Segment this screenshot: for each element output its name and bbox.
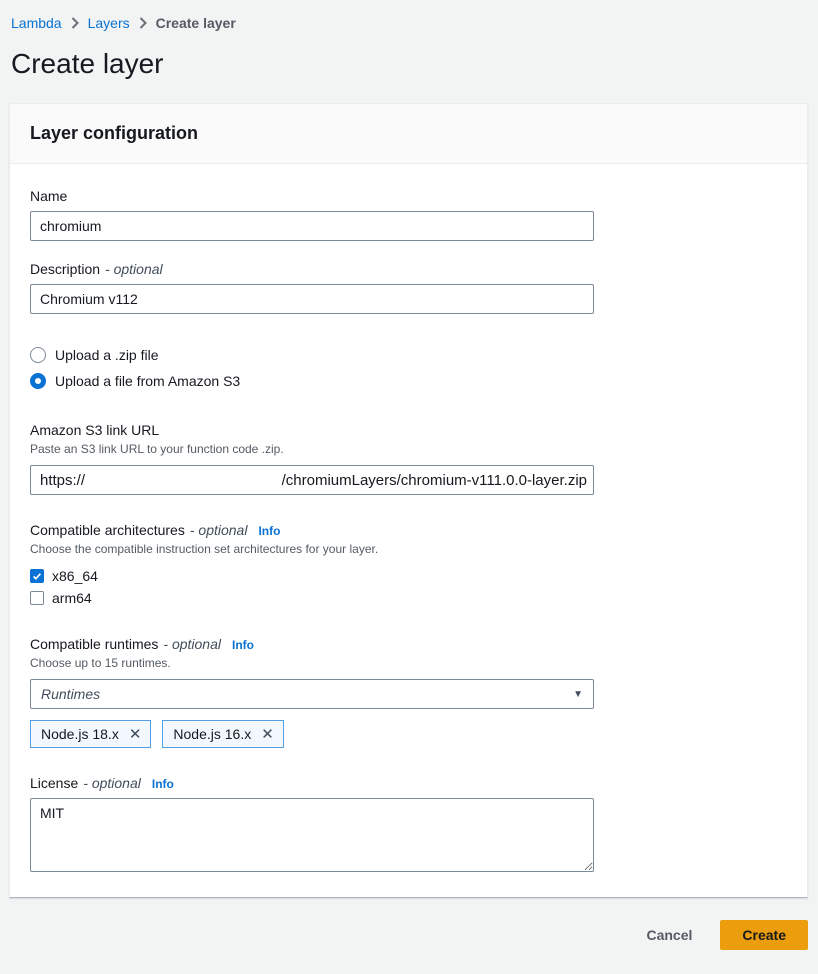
breadcrumb-current: Create layer xyxy=(156,15,236,31)
chevron-right-icon xyxy=(139,17,147,29)
runtimes-constraint: Choose up to 15 runtimes. xyxy=(30,656,787,670)
chevron-down-icon: ▼ xyxy=(573,689,583,700)
architectures-label: Compatible architectures xyxy=(30,522,185,538)
token-close-icon[interactable]: ✕ xyxy=(261,727,274,742)
radio-upload-s3-label: Upload a file from Amazon S3 xyxy=(55,373,240,389)
architectures-constraint: Choose the compatible instruction set ar… xyxy=(30,542,787,556)
radio-upload-zip[interactable]: Upload a .zip file xyxy=(30,342,787,368)
s3-url-constraint: Paste an S3 link URL to your function co… xyxy=(30,442,787,456)
license-info-link[interactable]: Info xyxy=(152,777,174,791)
layer-configuration-panel: Layer configuration Name Description - o… xyxy=(9,103,808,898)
license-label: License xyxy=(30,775,78,791)
runtimes-info-link[interactable]: Info xyxy=(232,638,254,652)
token-close-icon[interactable]: ✕ xyxy=(129,727,142,742)
license-field: License - optional Info MIT xyxy=(30,775,787,875)
s3-url-label: Amazon S3 link URL xyxy=(30,422,159,438)
checkbox-arm64-label: arm64 xyxy=(52,590,92,606)
architectures-field: Compatible architectures - optional Info… xyxy=(30,522,787,609)
footer-actions: Cancel Create xyxy=(0,898,818,974)
s3-url-input[interactable]: https:// /chromiumLayers/chromium-v111.0… xyxy=(30,465,594,495)
architectures-optional-suffix: - optional xyxy=(190,522,248,538)
description-field: Description - optional xyxy=(30,261,787,314)
s3-url-field: Amazon S3 link URL Paste an S3 link URL … xyxy=(30,422,787,495)
license-textarea[interactable]: MIT xyxy=(30,798,594,872)
s3-url-value-prefix: https:// xyxy=(40,472,85,489)
checkbox-unchecked-icon[interactable] xyxy=(30,591,44,605)
name-label: Name xyxy=(30,188,67,204)
checkbox-arm64[interactable]: arm64 xyxy=(30,587,787,609)
page-title: Create layer xyxy=(11,48,808,80)
panel-body: Name Description - optional Upload a .zi… xyxy=(10,164,807,897)
runtimes-field: Compatible runtimes - optional Info Choo… xyxy=(30,636,787,748)
description-label: Description xyxy=(30,261,100,277)
runtime-token-label: Node.js 18.x xyxy=(41,726,119,742)
name-field: Name xyxy=(30,188,787,241)
create-button[interactable]: Create xyxy=(720,920,808,950)
checkbox-x86-64[interactable]: x86_64 xyxy=(30,565,787,587)
runtimes-token-list: Node.js 18.x ✕ Node.js 16.x ✕ xyxy=(30,720,787,748)
runtime-token-label: Node.js 16.x xyxy=(173,726,251,742)
runtime-token-nodejs-16: Node.js 16.x ✕ xyxy=(162,720,283,748)
checkbox-x86-64-label: x86_64 xyxy=(52,568,98,584)
radio-unselected-icon[interactable] xyxy=(30,347,46,363)
runtimes-select-placeholder: Runtimes xyxy=(41,686,100,702)
breadcrumb: Lambda Layers Create layer xyxy=(0,0,818,31)
description-optional-suffix: - optional xyxy=(105,261,163,277)
description-input[interactable] xyxy=(30,284,594,314)
breadcrumb-link-lambda[interactable]: Lambda xyxy=(11,15,62,31)
architectures-info-link[interactable]: Info xyxy=(258,524,280,538)
checkbox-checked-icon[interactable] xyxy=(30,569,44,583)
runtimes-select[interactable]: Runtimes ▼ xyxy=(30,679,594,709)
upload-source-radio-group: Upload a .zip file Upload a file from Am… xyxy=(30,342,787,394)
runtimes-label: Compatible runtimes xyxy=(30,636,158,652)
radio-upload-s3[interactable]: Upload a file from Amazon S3 xyxy=(30,368,787,394)
runtimes-optional-suffix: - optional xyxy=(163,636,221,652)
panel-header: Layer configuration xyxy=(10,104,807,164)
name-input[interactable] xyxy=(30,211,594,241)
chevron-right-icon xyxy=(71,17,79,29)
cancel-button[interactable]: Cancel xyxy=(644,922,694,948)
panel-title: Layer configuration xyxy=(30,123,787,144)
radio-upload-zip-label: Upload a .zip file xyxy=(55,347,159,363)
runtime-token-nodejs-18: Node.js 18.x ✕ xyxy=(30,720,151,748)
radio-selected-icon[interactable] xyxy=(30,373,46,389)
breadcrumb-link-layers[interactable]: Layers xyxy=(88,15,130,31)
s3-url-value-suffix: /chromiumLayers/chromium-v111.0.0-layer.… xyxy=(282,472,587,489)
license-optional-suffix: - optional xyxy=(83,775,141,791)
